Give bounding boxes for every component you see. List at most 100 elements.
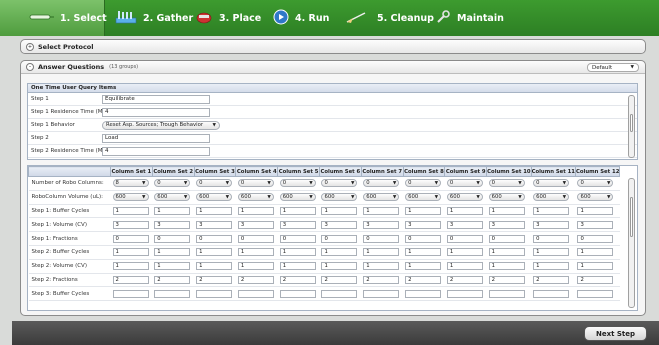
cell-input[interactable]: 3 (446, 220, 483, 229)
cell-select[interactable]: 600 ▼ (321, 193, 358, 202)
cell-input[interactable]: 1 (112, 206, 149, 215)
cell-input[interactable]: 3 (196, 220, 233, 229)
cell-select[interactable]: 600 ▼ (577, 193, 614, 202)
cell-input[interactable]: 2 (237, 275, 274, 284)
cell-select[interactable]: 600 ▼ (279, 193, 316, 202)
cell-input[interactable]: 1 (279, 262, 316, 271)
cell-input[interactable] (446, 289, 483, 298)
cell-input[interactable]: 0 (154, 234, 191, 243)
cell-input[interactable]: 0 (112, 234, 149, 243)
nav-item-5[interactable]: 5. Cleanup (335, 0, 434, 36)
cell-input[interactable]: 1 (321, 206, 358, 215)
cell-select[interactable]: 0 ▼ (488, 179, 525, 188)
cell-input[interactable]: 2 (154, 275, 191, 284)
cell-input[interactable] (363, 289, 400, 298)
cell-input[interactable]: 1 (321, 248, 358, 257)
cell-input[interactable] (321, 289, 358, 298)
cell-select[interactable]: 600 ▼ (237, 193, 274, 202)
cell-input[interactable]: 1 (279, 206, 316, 215)
cell-input[interactable]: 1 (363, 262, 400, 271)
cell-input[interactable]: 3 (577, 220, 614, 229)
cell-input[interactable]: 1 (488, 206, 525, 215)
cell-input[interactable]: 1 (196, 248, 233, 257)
nav-item-4[interactable]: 4. Run (263, 0, 335, 36)
nav-item-3[interactable]: 3. Place (185, 0, 263, 36)
cell-select[interactable]: 0 ▼ (196, 179, 233, 188)
cell-input[interactable]: 1 (405, 262, 442, 271)
cell-input[interactable]: 1 (446, 248, 483, 257)
cell-input[interactable]: 1 (533, 262, 570, 271)
cell-select[interactable]: 0 ▼ (446, 179, 483, 188)
cell-input[interactable]: 1 (321, 262, 358, 271)
default-select[interactable]: Default ▼ (587, 63, 639, 72)
cell-input[interactable]: 3 (154, 220, 191, 229)
cell-input[interactable]: 0 (488, 234, 525, 243)
cell-select[interactable]: 0 ▼ (237, 179, 274, 188)
select-protocol-header[interactable]: + Select Protocol (21, 40, 645, 53)
cell-select[interactable]: 0 ▼ (154, 179, 191, 188)
query-input[interactable]: Equilibrate (102, 94, 210, 104)
cell-input[interactable] (237, 289, 274, 298)
cell-input[interactable]: 3 (237, 220, 274, 229)
answer-questions-header[interactable]: – Answer Questions (13 groups) Default ▼ (21, 61, 645, 74)
cell-input[interactable]: 2 (321, 275, 358, 284)
query-input[interactable]: Load (102, 133, 210, 143)
cell-input[interactable]: 1 (488, 262, 525, 271)
expand-icon[interactable]: + (26, 42, 34, 51)
cell-select[interactable]: 600 ▼ (488, 193, 525, 202)
cell-input[interactable]: 1 (577, 206, 614, 215)
cell-select[interactable]: 600 ▼ (196, 193, 233, 202)
cell-input[interactable]: 3 (363, 220, 400, 229)
cell-select[interactable]: 0 ▼ (363, 179, 400, 188)
query-select[interactable]: Reset Asp. Sources; Trough Behavior ▼ (102, 120, 220, 130)
cell-input[interactable]: 0 (237, 234, 274, 243)
cell-input[interactable]: 3 (321, 220, 358, 229)
cell-select[interactable]: 600 ▼ (533, 193, 570, 202)
cell-input[interactable]: 1 (112, 262, 149, 271)
cell-select[interactable]: 600 ▼ (363, 193, 400, 202)
cell-input[interactable]: 3 (112, 220, 149, 229)
cell-input[interactable]: 1 (533, 206, 570, 215)
cell-input[interactable]: 3 (405, 220, 442, 229)
cell-input[interactable] (577, 289, 614, 298)
cell-input[interactable] (154, 289, 191, 298)
nav-item-1[interactable]: 1. Select (0, 0, 107, 36)
cell-select[interactable]: 600 ▼ (405, 193, 442, 202)
cell-input[interactable]: 2 (446, 275, 483, 284)
cell-input[interactable]: 2 (405, 275, 442, 284)
cell-input[interactable]: 1 (488, 248, 525, 257)
cell-input[interactable]: 1 (279, 248, 316, 257)
one-time-scrollbar[interactable] (628, 95, 635, 158)
cell-input[interactable]: 1 (363, 206, 400, 215)
cell-input[interactable]: 1 (577, 248, 614, 257)
cell-input[interactable]: 2 (488, 275, 525, 284)
cell-select[interactable]: 600 ▼ (154, 193, 191, 202)
cell-input[interactable]: 2 (363, 275, 400, 284)
cell-select[interactable]: 0 ▼ (405, 179, 442, 188)
cell-input[interactable]: 1 (154, 206, 191, 215)
cell-input[interactable]: 1 (237, 262, 274, 271)
table-scrollbar[interactable] (628, 178, 635, 308)
cell-input[interactable]: 0 (321, 234, 358, 243)
cell-input[interactable] (196, 289, 233, 298)
cell-input[interactable]: 0 (533, 234, 570, 243)
cell-input[interactable]: 1 (237, 206, 274, 215)
cell-input[interactable]: 0 (279, 234, 316, 243)
query-input[interactable]: 4 (102, 107, 210, 117)
cell-input[interactable]: 1 (405, 206, 442, 215)
cell-select[interactable]: 600 ▼ (446, 193, 483, 202)
cell-input[interactable]: 0 (196, 234, 233, 243)
cell-select[interactable]: 8 ▼ (112, 179, 149, 188)
cell-input[interactable]: 2 (112, 275, 149, 284)
cell-select[interactable]: 0 ▼ (321, 179, 358, 188)
cell-input[interactable]: 2 (577, 275, 614, 284)
cell-input[interactable]: 1 (446, 206, 483, 215)
cell-input[interactable]: 3 (533, 220, 570, 229)
cell-input[interactable] (405, 289, 442, 298)
cell-input[interactable] (533, 289, 570, 298)
cell-input[interactable]: 0 (363, 234, 400, 243)
cell-input[interactable]: 2 (533, 275, 570, 284)
next-step-button[interactable]: Next Step (584, 326, 647, 341)
cell-select[interactable]: 0 ▼ (279, 179, 316, 188)
query-input[interactable]: 4 (102, 146, 210, 156)
